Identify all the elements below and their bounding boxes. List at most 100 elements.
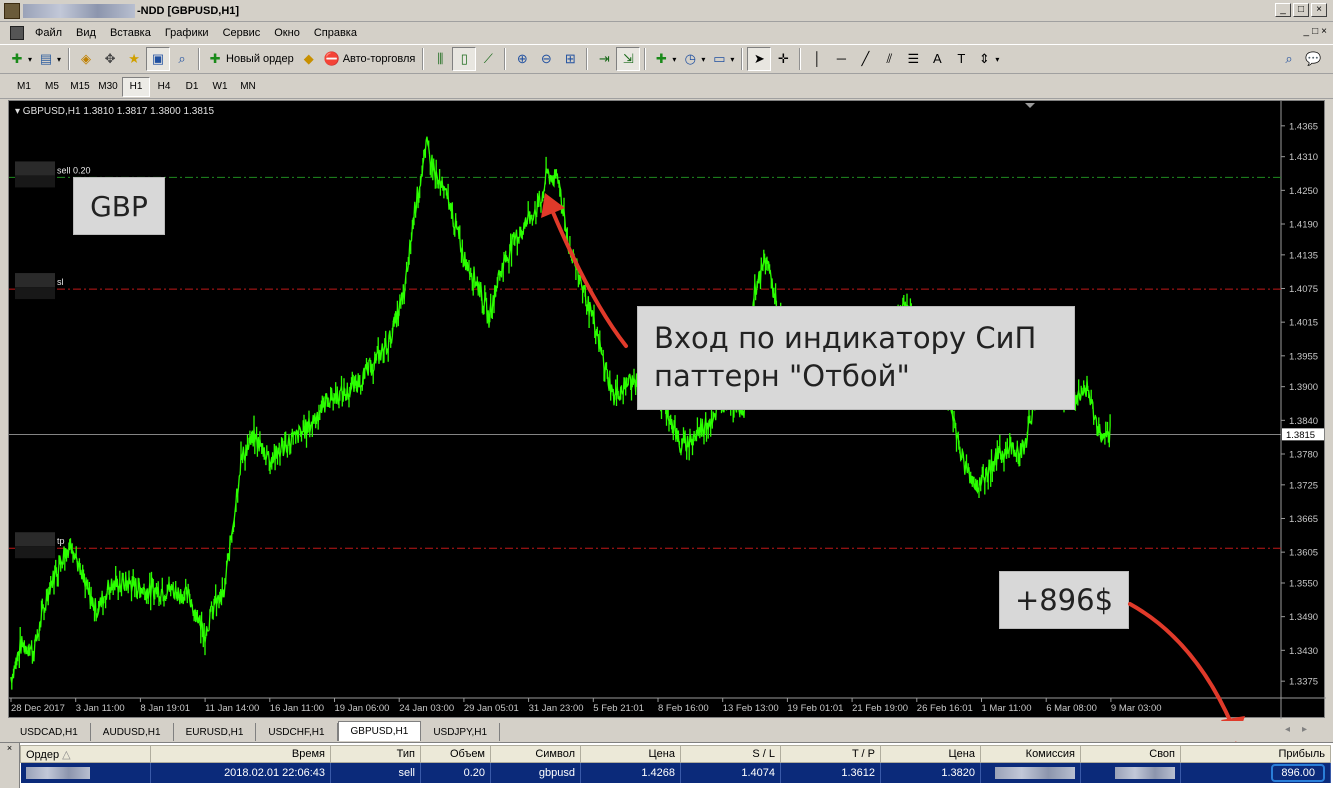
strategy-tester-button[interactable]: ⌕ [170, 47, 194, 71]
col-sl[interactable]: S / L [680, 745, 781, 763]
magnifier-doc-icon: ⌕ [178, 51, 186, 66]
profiles-button[interactable]: ▤ ▾ [35, 47, 64, 71]
market-watch-icon: ◈ [81, 51, 92, 66]
text-button[interactable]: A [925, 47, 949, 71]
tab-gbpusd[interactable]: GBPUSD,H1 [337, 721, 422, 741]
menu-tools[interactable]: Сервис [216, 27, 268, 39]
time-tick-label: 28 Dec 2017 [11, 703, 65, 714]
entry-annotation[interactable]: Вход по индикатору СиП паттерн "Отбой" [637, 306, 1075, 410]
tf-m15[interactable]: M15 [66, 77, 94, 97]
col-volume[interactable]: Объем [420, 745, 491, 763]
col-swap[interactable]: Своп [1080, 745, 1181, 763]
templates-button[interactable]: ▭ ▾ [708, 47, 737, 71]
close-button[interactable]: × [1311, 3, 1327, 17]
navigator-button[interactable]: ★ [122, 47, 146, 71]
text-icon: A [933, 51, 942, 66]
chat-button[interactable]: 💬 [1301, 47, 1325, 71]
chart-window-icon[interactable] [10, 26, 24, 40]
fibonacci-button[interactable]: ☰ [901, 47, 925, 71]
autoscroll-button[interactable]: ⇲ [616, 47, 641, 71]
terminal-button[interactable]: ▣ [146, 47, 171, 71]
tab-eurusd[interactable]: EURUSD,H1 [174, 723, 257, 741]
price-tick-label: 1.3490 [1289, 612, 1318, 623]
equidistant-channel-button[interactable]: ⫽ [877, 47, 901, 71]
tab-audusd[interactable]: AUDUSD,H1 [91, 723, 174, 741]
order-line-tag [15, 273, 55, 288]
tf-mn[interactable]: MN [234, 77, 262, 97]
col-commission[interactable]: Комиссия [980, 745, 1081, 763]
tab-usdchf[interactable]: USDCHF,H1 [256, 723, 338, 741]
crosshair-button[interactable]: ✛ [771, 47, 795, 71]
gbp-label[interactable]: GBP [73, 177, 165, 235]
zoom-out-button[interactable]: ⊖ [534, 47, 558, 71]
cursor-button[interactable]: ➤ [747, 47, 772, 71]
col-time[interactable]: Время [150, 745, 331, 763]
col-profit[interactable]: Прибыль [1180, 745, 1331, 763]
col-price[interactable]: Цена [880, 745, 981, 763]
tf-w1[interactable]: W1 [206, 77, 234, 97]
col-type[interactable]: Тип [330, 745, 421, 763]
tf-m30[interactable]: M30 [94, 77, 122, 97]
app-icon [4, 2, 20, 19]
menu-insert[interactable]: Вставка [103, 27, 158, 39]
trendline-button[interactable]: ╱ [853, 47, 877, 71]
line-chart-button[interactable]: ⟋ [476, 47, 500, 71]
menu-file[interactable]: Файл [28, 27, 69, 39]
tabs-scroll-left-icon[interactable]: ◂ [1285, 724, 1290, 735]
tile-windows-button[interactable]: ⊞ [558, 47, 582, 71]
arrows-button[interactable]: ⇕ ▾ [973, 47, 1002, 71]
new-order-button[interactable]: ✚ Новый ордер [204, 47, 297, 71]
terminal-close-icon[interactable]: × [0, 743, 20, 788]
auto-trading-button[interactable]: ⛔ Авто-торговля [321, 47, 419, 71]
col-tp[interactable]: T / P [780, 745, 881, 763]
search-button[interactable]: ⌕ [1277, 47, 1301, 71]
col-open-price[interactable]: Цена [580, 745, 681, 763]
trendline-icon: ╱ [861, 51, 870, 66]
zoom-in-button[interactable]: ⊕ [510, 47, 534, 71]
bar-chart-button[interactable]: ⫼ [428, 47, 452, 71]
minimize-button[interactable]: _ [1275, 3, 1291, 17]
child-minimize-button[interactable]: _ [1304, 26, 1310, 37]
vertical-line-button[interactable]: │ [805, 47, 829, 71]
periods-button[interactable]: ◷ ▾ [679, 47, 708, 71]
indicators-button[interactable]: ✚ ▾ [650, 47, 679, 71]
tab-usdjpy[interactable]: USDJPY,H1 [421, 723, 501, 741]
price-chart[interactable]: ▾ GBPUSD,H1 1.3810 1.3817 1.3800 1.3815 1… [8, 100, 1326, 719]
profit-label[interactable]: +896$ [999, 571, 1129, 629]
crosshair-icon: ✛ [777, 51, 789, 66]
menu-window[interactable]: Окно [267, 27, 307, 39]
orders-table: Ордер △ Время Тип Объем Символ Цена S / … [20, 745, 1331, 783]
new-chart-button[interactable]: ✚ ▾ [6, 47, 35, 71]
tf-d1[interactable]: D1 [178, 77, 206, 97]
restore-button[interactable]: □ [1293, 3, 1309, 17]
child-close-button[interactable]: × [1321, 26, 1327, 37]
time-tick-label: 5 Feb 21:01 [593, 703, 644, 714]
text-label-button[interactable]: T [949, 47, 973, 71]
tf-m1[interactable]: M1 [10, 77, 38, 97]
menu-charts[interactable]: Графики [158, 27, 216, 39]
col-symbol[interactable]: Символ [490, 745, 581, 763]
tf-m5[interactable]: M5 [38, 77, 66, 97]
search-icon: ⌕ [1285, 51, 1293, 66]
channel-icon: ⫽ [886, 51, 893, 66]
order-line-label: sell 0.20 [57, 165, 91, 175]
candlestick-button[interactable]: ▯ [452, 47, 477, 71]
price-tick-label: 1.4190 [1289, 219, 1318, 230]
menu-view[interactable]: Вид [69, 27, 103, 39]
metaeditor-button[interactable]: ◆ [297, 47, 321, 71]
tf-h4[interactable]: H4 [150, 77, 178, 97]
col-order[interactable]: Ордер △ [20, 745, 151, 763]
chart-shift-button[interactable]: ⇥ [592, 47, 616, 71]
order-swap-redacted [1080, 762, 1181, 783]
menu-help[interactable]: Справка [307, 27, 364, 39]
child-restore-button[interactable]: □ [1312, 26, 1318, 37]
table-row[interactable]: 2018.02.01 22:06:43 sell 0.20 gbpusd 1.4… [20, 762, 1331, 783]
tab-usdcad[interactable]: USDCAD,H1 [8, 723, 91, 741]
horizontal-line-button[interactable]: ─ [829, 47, 853, 71]
vertical-line-icon: │ [813, 51, 822, 66]
market-watch-button[interactable]: ◈ [74, 47, 98, 71]
tabs-scroll-right-icon[interactable]: ▸ [1302, 724, 1307, 735]
chat-icon: 💬 [1305, 51, 1322, 66]
data-window-button[interactable]: ✥ [98, 47, 122, 71]
tf-h1[interactable]: H1 [122, 76, 150, 97]
